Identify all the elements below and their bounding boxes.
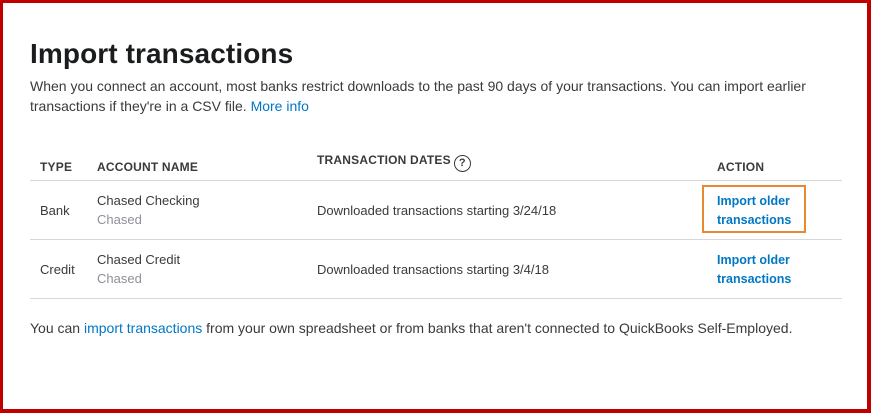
row-transaction-dates: Downloaded transactions starting 3/4/18	[317, 262, 549, 277]
intro-description: When you connect an account, most banks …	[30, 78, 806, 114]
row-account-name: Chased Checking	[97, 193, 200, 208]
header-transaction-dates-label: TRANSACTION DATES	[317, 153, 451, 167]
row-account-name: Chased Credit	[97, 252, 181, 267]
row-type: Credit	[40, 262, 75, 277]
footer-suffix: from your own spreadsheet or from banks …	[206, 320, 793, 336]
more-info-link[interactable]: More info	[251, 98, 309, 114]
row-type: Bank	[40, 203, 70, 218]
import-older-transactions-link[interactable]: Import older transactions	[717, 192, 807, 230]
row-account-institution: Chased	[97, 212, 142, 227]
row-account-institution: Chased	[97, 271, 142, 286]
import-transactions-table: TYPE ACCOUNT NAME TRANSACTION DATES? ACT…	[30, 150, 842, 299]
header-action: ACTION	[717, 160, 765, 174]
header-type: TYPE	[40, 160, 73, 174]
intro-text: When you connect an account, most banks …	[30, 76, 842, 116]
header-account-name: ACCOUNT NAME	[97, 160, 199, 174]
page-title: Import transactions	[30, 38, 294, 69]
table-row: Bank Chased Checking Chased Downloaded t…	[30, 181, 842, 240]
header-transaction-dates: TRANSACTION DATES?	[317, 153, 471, 172]
table-row: Credit Chased Credit Chased Downloaded t…	[30, 240, 842, 299]
table-header: TYPE ACCOUNT NAME TRANSACTION DATES? ACT…	[30, 150, 842, 181]
import-older-transactions-link[interactable]: Import older transactions	[717, 251, 807, 289]
footer-prefix: You can	[30, 320, 81, 336]
row-transaction-dates: Downloaded transactions starting 3/24/18	[317, 203, 557, 218]
help-circle-icon[interactable]: ?	[453, 155, 471, 172]
page-header: Import transactions When you connect an …	[30, 38, 842, 116]
footer-text: You can import transactions from your ow…	[30, 320, 792, 336]
import-transactions-link[interactable]: import transactions	[84, 320, 202, 336]
